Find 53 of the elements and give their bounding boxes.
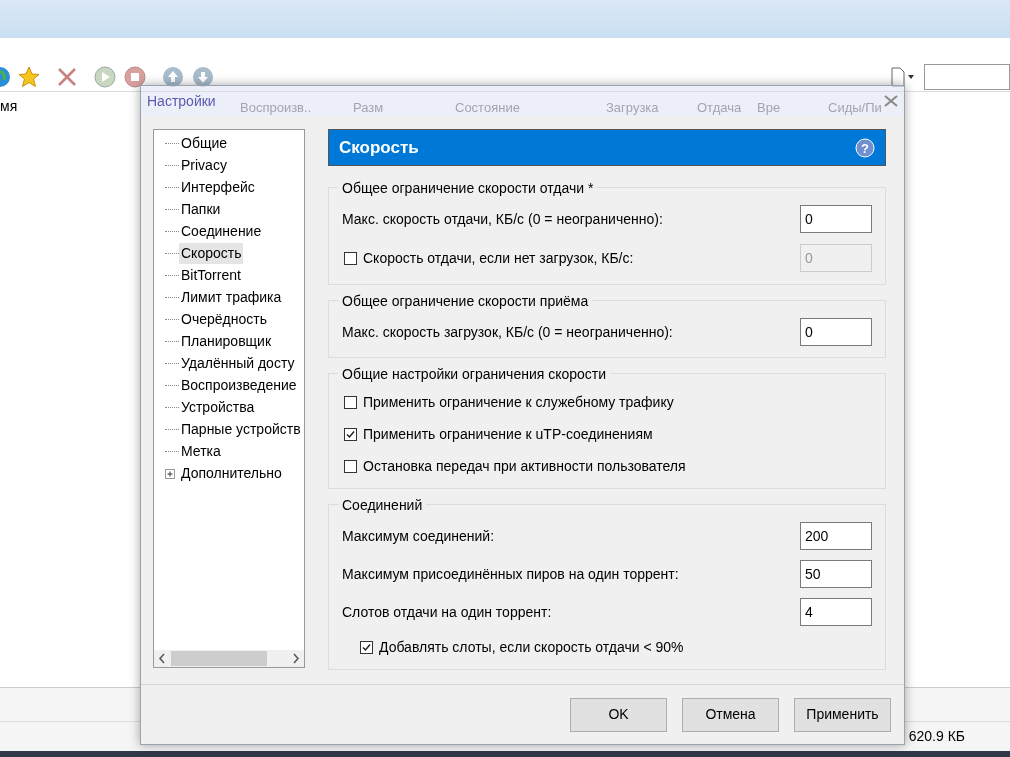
tree-item[interactable]: Privacy — [179, 154, 229, 176]
scrollbar[interactable] — [154, 650, 304, 667]
tree-item[interactable]: Общие — [179, 132, 230, 154]
field-label: Макс. скорость загрузок, КБ/с (0 = неограниченно): — [342, 322, 673, 342]
tree-item[interactable]: BitTorrent — [179, 264, 243, 286]
dialog-button[interactable]: OK — [570, 697, 667, 732]
tree-item[interactable]: Устройства — [179, 396, 257, 418]
group-title: Общее ограничение скорости приёма — [338, 291, 593, 312]
globe-icon[interactable] — [0, 65, 10, 88]
group-title: Общие настройки ограничения скорости — [338, 364, 611, 385]
field-label: Максимум присоединённых пиров на один торрент: — [342, 564, 679, 584]
tree-item[interactable]: Очерёдность — [179, 308, 269, 330]
document-icon[interactable] — [890, 66, 916, 87]
tree-item[interactable]: Соединение — [179, 220, 264, 242]
dialog-button[interactable]: Отмена — [682, 697, 779, 732]
status-text: 620.9 КБ — [908, 727, 965, 746]
dialog-title: Настройки — [147, 91, 216, 111]
group-title: Общее ограничение скорости отдачи * — [338, 178, 598, 199]
checkbox[interactable] — [344, 395, 357, 409]
number-field[interactable]: 4 — [800, 598, 872, 626]
field-label: Макс. скорость отдачи, КБ/с (0 = неограниченно): — [342, 209, 663, 229]
tree-item[interactable]: Лимит трафика — [179, 286, 284, 308]
stop-icon[interactable] — [124, 65, 146, 88]
play-icon[interactable] — [94, 65, 116, 88]
star-icon[interactable] — [18, 65, 40, 88]
checkbox-label[interactable]: Применить ограничение к служебному трафику — [363, 391, 674, 413]
dialog-button[interactable]: Применить — [794, 697, 891, 732]
field-label: Слотов отдачи на один торрент: — [342, 602, 552, 622]
number-field[interactable]: 0 — [800, 205, 872, 233]
page-title: Скорость — [339, 136, 419, 159]
column-header[interactable]: мя — [0, 95, 18, 117]
tree-item[interactable]: Интерфейс — [179, 176, 257, 198]
tree-item[interactable]: Метка — [179, 440, 223, 462]
delete-icon[interactable] — [56, 65, 78, 88]
number-field[interactable]: 50 — [800, 560, 872, 588]
checkbox-label[interactable]: Остановка передач при активности пользователя — [363, 455, 686, 477]
tree-item[interactable]: Воспроизведение — [179, 374, 299, 396]
tree-item[interactable]: Папки — [179, 198, 223, 220]
checkbox-label[interactable]: Добавлять слоты, если скорость отдачи < 90% — [379, 636, 684, 658]
tree-item[interactable]: Удалённый досту — [179, 352, 297, 374]
checkbox[interactable] — [360, 640, 373, 654]
field-label: Максимум соединений: — [342, 526, 495, 546]
tree-item[interactable]: Планировщик — [179, 330, 274, 352]
number-field[interactable]: 0 — [800, 318, 872, 346]
close-icon[interactable] — [884, 95, 898, 107]
search-field[interactable] — [924, 63, 1010, 90]
tree-item[interactable]: Парные устройств — [179, 418, 303, 440]
tree-item[interactable]: Скорость — [179, 242, 244, 264]
tree-item[interactable]: Дополнительно — [179, 462, 284, 484]
checkbox-label[interactable]: Применить ограничение к uTP-соединениям — [363, 423, 653, 445]
checkbox[interactable] — [344, 459, 357, 473]
number-field[interactable]: 200 — [800, 522, 872, 550]
checkbox[interactable] — [344, 427, 357, 441]
